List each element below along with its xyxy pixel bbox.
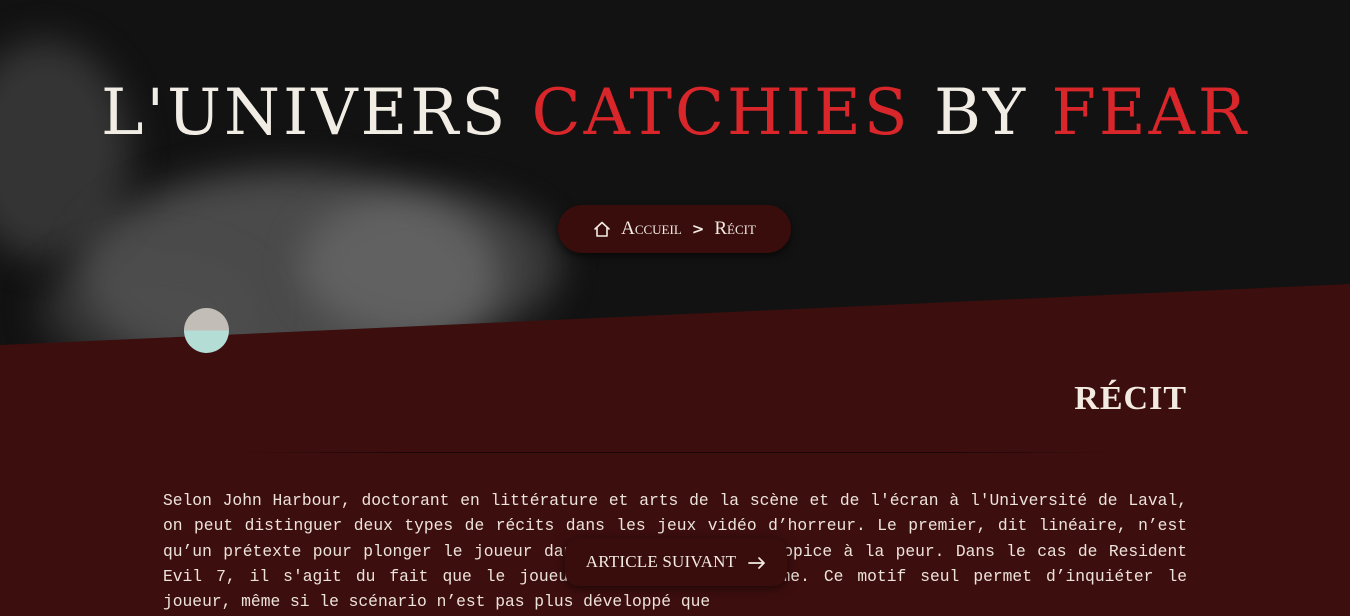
breadcrumb-current: Récit	[714, 218, 756, 239]
breadcrumb-home-link[interactable]: Accueil	[621, 218, 682, 240]
breadcrumb: Accueil > Récit	[558, 205, 791, 253]
divider	[235, 452, 1115, 453]
breadcrumb-separator: >	[691, 220, 705, 238]
site-title: L'UNIVERS CATCHIES BY FEAR	[0, 68, 1350, 158]
hero-banner	[0, 0, 1350, 345]
site-title-part: CATCHIES	[531, 76, 911, 150]
home-icon[interactable]	[593, 220, 611, 238]
section-title: RÉCIT	[1074, 380, 1187, 417]
site-title-part: BY	[933, 76, 1029, 150]
next-article-label: ARTICLE SUIVANT	[585, 552, 737, 571]
smoke-decoration	[300, 190, 560, 340]
arrow-right-icon	[748, 555, 766, 569]
site-title-part: FEAR	[1051, 76, 1249, 150]
avatar	[184, 308, 229, 353]
next-article-button[interactable]: ARTICLE SUIVANT	[565, 538, 787, 586]
page: L'UNIVERS CATCHIES BY FEAR Accueil > Réc…	[0, 0, 1350, 616]
site-title-part: L'UNIVERS	[101, 76, 509, 150]
